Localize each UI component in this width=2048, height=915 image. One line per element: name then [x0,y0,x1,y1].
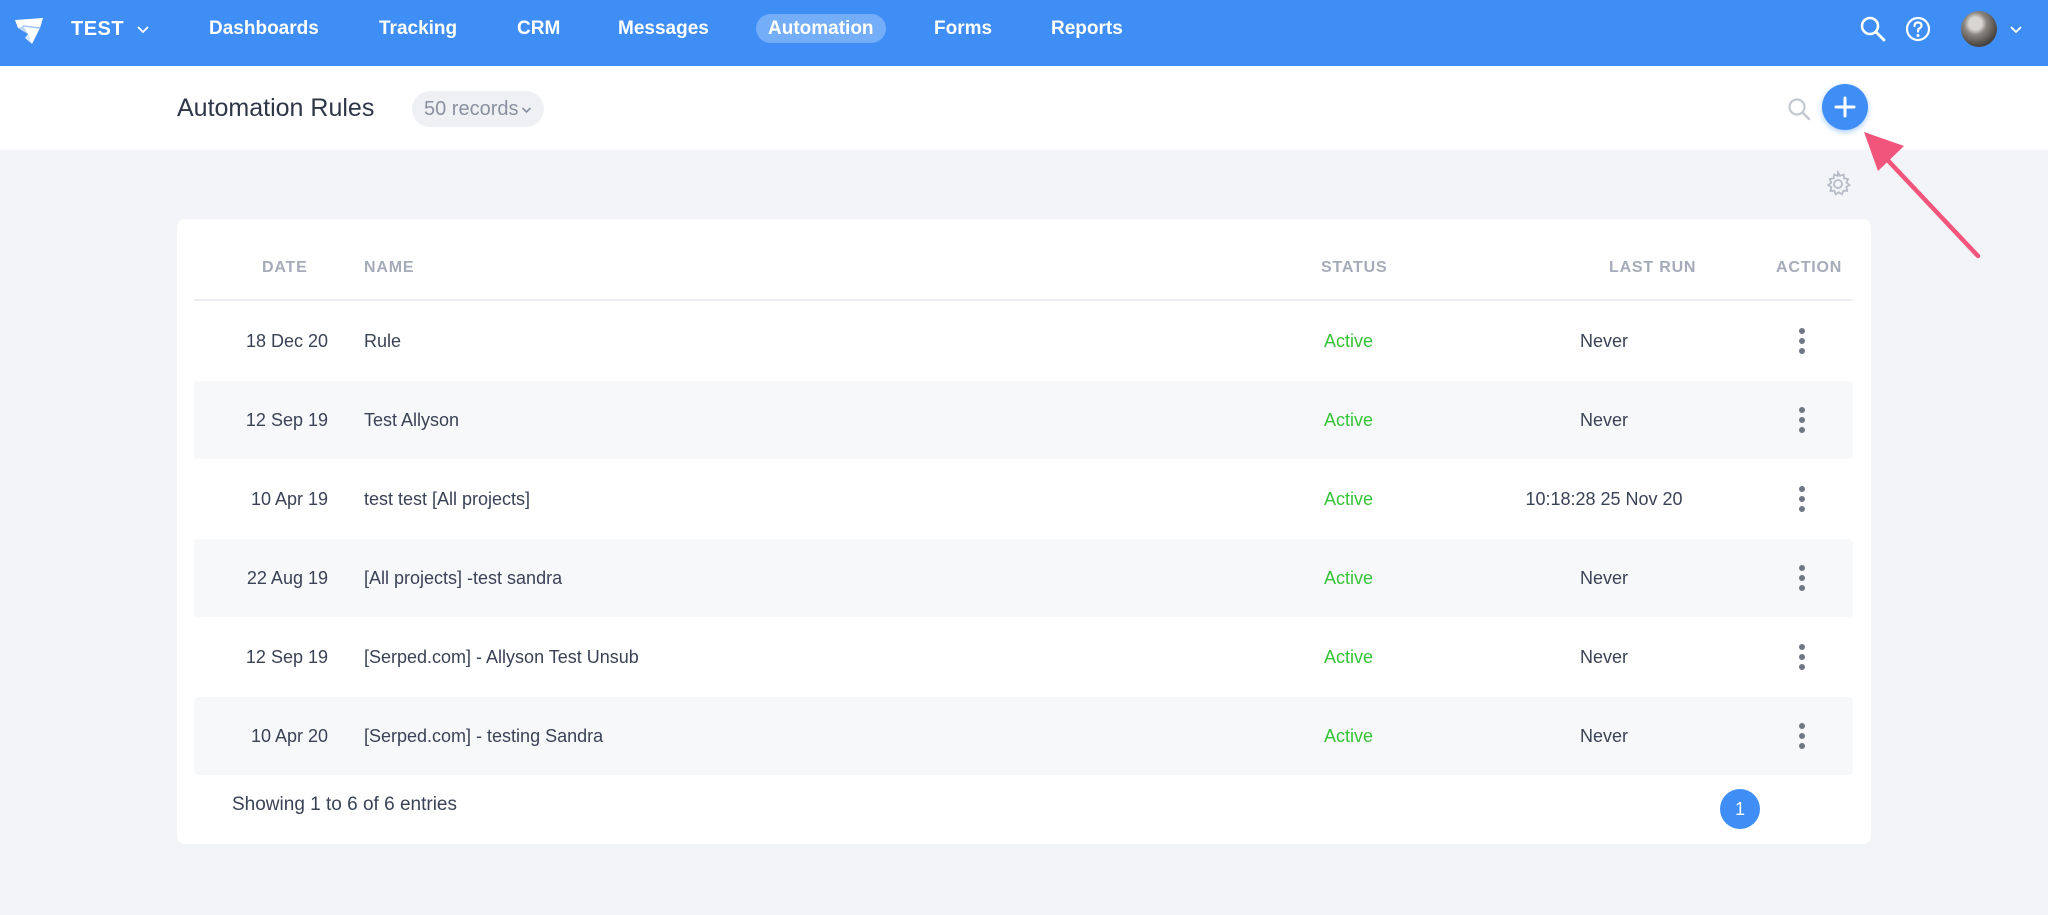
more-options-icon[interactable] [1796,642,1808,672]
pagination-page-button[interactable]: 1 [1720,789,1760,829]
row-last-run: Never [1579,330,1628,351]
nav-label: Tracking [379,17,458,39]
column-header-date[interactable]: DATE [262,259,308,277]
table-row[interactable]: 10 Apr 20 [Serped.com] - testing Sandra … [194,697,1853,775]
pagination-info: Showing 1 to 6 of 6 entries [232,794,457,815]
nav-dashboards[interactable]: Dashboards [197,14,331,43]
status-badge: Active [1324,488,1374,509]
more-options-icon[interactable] [1796,563,1808,593]
records-count-label: 50 records [424,97,519,120]
column-header-last-run[interactable]: LAST RUN [1609,259,1696,277]
nav-forms[interactable]: Forms [922,14,1004,43]
nav-label: CRM [517,17,561,39]
row-last-run: Never [1579,725,1628,746]
page-title: Automation Rules [177,94,375,122]
nav-label: Reports [1051,17,1123,39]
nav-tracking[interactable]: Tracking [367,14,469,43]
app-logo-icon[interactable] [12,14,46,48]
nav-label: Messages [618,17,709,39]
row-date: 22 Aug 19 [246,567,328,588]
row-name[interactable]: Test Allyson [364,381,459,459]
row-date: 12 Sep 19 [245,409,328,430]
row-name[interactable]: test test [All projects] [364,460,530,538]
row-last-run: Never [1579,646,1628,667]
workspace-label: TEST [71,17,125,40]
status-badge: Active [1324,330,1374,351]
table-row[interactable]: 18 Dec 20 Rule Active Never [194,302,1853,380]
row-name[interactable]: [All projects] -test sandra [364,539,562,617]
nav-label: Automation [768,17,874,39]
status-badge: Active [1324,646,1374,667]
chevron-down-icon [137,26,149,34]
row-last-run: 10:18:28 25 Nov 20 [1525,488,1683,509]
status-badge: Active [1324,409,1374,430]
help-icon[interactable] [1904,15,1932,43]
chevron-down-icon[interactable] [2009,22,2023,36]
nav-reports[interactable]: Reports [1039,14,1135,43]
more-options-icon[interactable] [1796,405,1808,435]
row-name[interactable]: Rule [364,302,401,380]
nav-label: Dashboards [209,17,319,39]
row-date: 12 Sep 19 [245,646,328,667]
table-row[interactable]: 22 Aug 19 [All projects] -test sandra Ac… [194,539,1853,617]
row-name[interactable]: [Serped.com] - testing Sandra [364,697,603,775]
gear-icon[interactable] [1824,170,1852,198]
row-last-run: Never [1579,409,1628,430]
nav-crm[interactable]: CRM [505,14,572,43]
table-row[interactable]: 10 Apr 19 test test [All projects] Activ… [194,460,1853,538]
row-date: 10 Apr 20 [250,725,328,746]
row-name[interactable]: [Serped.com] - Allyson Test Unsub [364,618,639,696]
more-options-icon[interactable] [1796,484,1808,514]
more-options-icon[interactable] [1796,326,1808,356]
row-date: 18 Dec 20 [245,330,328,351]
table-row[interactable]: 12 Sep 19 [Serped.com] - Allyson Test Un… [194,618,1853,696]
search-icon[interactable] [1859,15,1887,43]
header-divider [194,299,1853,301]
nav-messages[interactable]: Messages [606,14,721,43]
nav-automation[interactable]: Automation [756,14,886,43]
table-row[interactable]: 12 Sep 19 Test Allyson Active Never [194,381,1853,459]
avatar[interactable] [1961,11,1997,47]
column-header-name[interactable]: NAME [364,259,414,277]
column-header-action: ACTION [1776,259,1843,276]
plus-icon [1834,96,1856,118]
nav-label: Forms [934,17,993,39]
row-date: 10 Apr 19 [250,488,328,509]
more-options-icon[interactable] [1796,721,1808,751]
status-badge: Active [1324,725,1374,746]
row-last-run: Never [1579,567,1628,588]
add-rule-button[interactable] [1822,84,1868,130]
chevron-down-icon [521,106,531,113]
workspace-switcher[interactable]: TEST [71,0,150,58]
search-icon[interactable] [1786,96,1812,122]
records-count-dropdown[interactable]: 50 records [412,91,544,127]
top-nav-bar: TEST Dashboards Tracking CRM Messages Au… [0,0,2048,66]
status-badge: Active [1324,567,1374,588]
column-header-status[interactable]: STATUS [1321,259,1387,277]
